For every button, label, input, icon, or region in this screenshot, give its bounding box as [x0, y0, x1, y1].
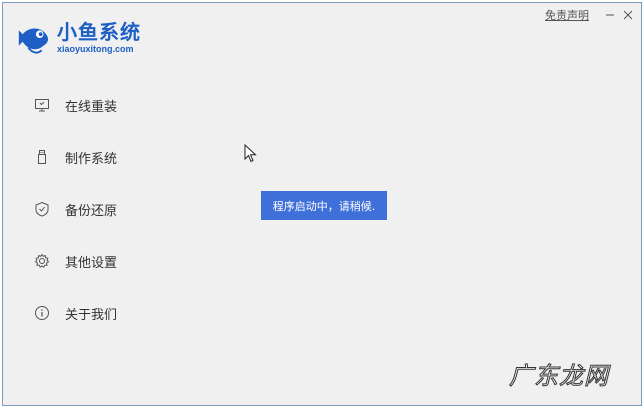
- gear-icon: [33, 252, 51, 270]
- monitor-icon: [33, 96, 51, 114]
- usb-icon: [33, 148, 51, 166]
- title-controls: 免责声明: [545, 7, 635, 23]
- app-subtitle: xiaoyuxitong.com: [57, 44, 134, 54]
- menu-item-label: 制作系统: [65, 151, 118, 167]
- menu-item-online-reinstall[interactable]: 在线重装: [33, 91, 117, 119]
- menu-item-label: 在线重装: [65, 99, 118, 115]
- app-window: 免责声明 小鱼系统 xiaoyuxitong.com 在线重装 制作系统 备份还…: [2, 2, 642, 406]
- menu-item-label: 关于我们: [65, 307, 118, 323]
- menu-item-about-us[interactable]: 关于我们: [33, 299, 117, 327]
- toast-message: 程序启动中，请稍候.: [272, 199, 376, 213]
- sidebar-menu: 在线重装 制作系统 备份还原 其他设置 关于我们: [33, 91, 117, 351]
- close-icon: [623, 10, 633, 20]
- app-title: 小鱼系统: [57, 20, 141, 44]
- app-logo: 小鱼系统 xiaoyuxitong.com: [15, 19, 141, 57]
- minimize-icon: [606, 14, 614, 16]
- disclaimer-link[interactable]: 免责声明: [545, 7, 589, 23]
- fish-logo-icon: [18, 28, 49, 54]
- loading-toast: 程序启动中，请稍候.: [261, 191, 387, 220]
- mouse-cursor-icon: [244, 144, 257, 163]
- menu-item-backup-restore[interactable]: 备份还原: [33, 195, 117, 223]
- close-button[interactable]: [621, 8, 635, 22]
- minimize-button[interactable]: [603, 8, 617, 22]
- backup-icon: [33, 200, 51, 218]
- menu-item-make-system[interactable]: 制作系统: [33, 143, 117, 171]
- watermark: 广东龙网: [509, 362, 609, 391]
- menu-item-label: 其他设置: [65, 255, 118, 271]
- menu-item-label: 备份还原: [65, 203, 118, 219]
- menu-item-other-settings[interactable]: 其他设置: [33, 247, 117, 275]
- info-icon: [33, 304, 51, 322]
